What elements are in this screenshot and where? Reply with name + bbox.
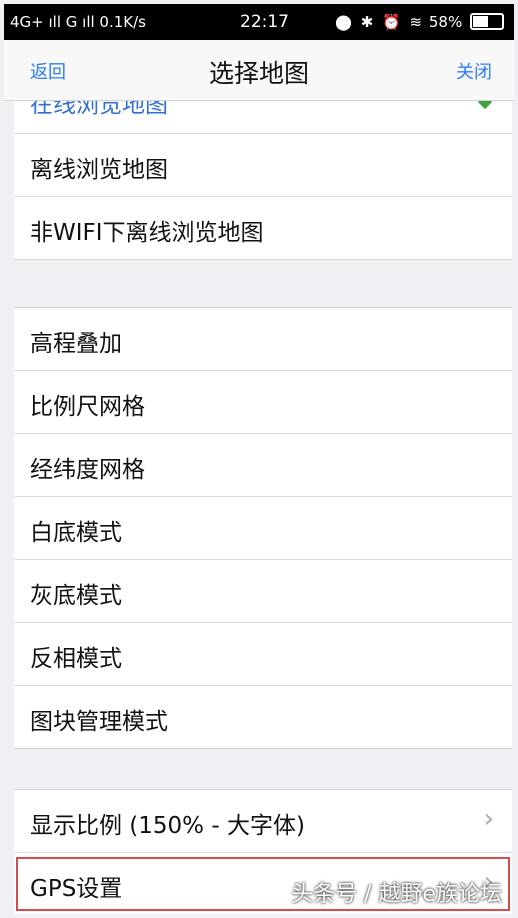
list-item-label: 显示比例 (150% - 大字体) <box>30 813 305 839</box>
map-overlay-group: 高程叠加 比例尺网格 经纬度网格 白底模式 灰底模式 反相模式 图块管理模式 <box>14 307 512 749</box>
list-item-label: 离线浏览地图 <box>30 157 168 183</box>
list-item-latlon-grid[interactable]: 经纬度网格 <box>14 434 512 497</box>
watermark: 头条号 / 越野e族论坛 <box>291 882 502 907</box>
navigation-bar: 返回 选择地图 关闭 <box>4 40 514 101</box>
list-item-label: 比例尺网格 <box>30 394 145 420</box>
checkmark-icon <box>477 101 493 110</box>
wifi-icon: ≋ <box>409 13 423 31</box>
battery-icon <box>470 13 504 30</box>
close-button[interactable]: 关闭 <box>456 58 492 84</box>
status-bar: 4G+ ıll G ıll 0.1K/s 22:17 ⬤ ✱ ⏰ ≋ 58% <box>4 4 514 40</box>
list-item-display-scale[interactable]: 显示比例 (150% - 大字体) › <box>14 790 512 853</box>
list-item-invert-mode[interactable]: 反相模式 <box>14 623 512 686</box>
list-item-label: 灰底模式 <box>30 583 122 609</box>
map-source-group: 在线浏览地图 离线浏览地图 非WIFI下离线浏览地图 <box>14 100 512 260</box>
list-item-label: 高程叠加 <box>30 331 122 357</box>
chevron-right-icon: › <box>483 804 494 834</box>
list-item-label: GPS设置 <box>30 876 123 902</box>
list-item-scale-grid[interactable]: 比例尺网格 <box>14 371 512 434</box>
alarm-icon: ⏰ <box>382 13 401 31</box>
list-item-online-map[interactable]: 在线浏览地图 <box>14 101 512 134</box>
list-item-label: 白底模式 <box>30 520 122 546</box>
list-item-label: 非WIFI下离线浏览地图 <box>30 220 264 246</box>
list-item-gray-mode[interactable]: 灰底模式 <box>14 560 512 623</box>
network-status: 4G+ ıll G ıll 0.1K/s <box>10 13 146 31</box>
list-item-white-mode[interactable]: 白底模式 <box>14 497 512 560</box>
list-item-offline-non-wifi[interactable]: 非WIFI下离线浏览地图 <box>14 197 512 259</box>
list-item-tile-manage[interactable]: 图块管理模式 <box>14 686 512 748</box>
status-right: ⬤ ✱ ⏰ ≋ 58% <box>333 13 504 31</box>
list-item-label: 图块管理模式 <box>30 709 168 735</box>
battery-level <box>473 16 488 27</box>
clock: 22:17 <box>240 12 289 32</box>
list-item-elevation[interactable]: 高程叠加 <box>14 308 512 371</box>
list-item-offline-map[interactable]: 离线浏览地图 <box>14 134 512 197</box>
location-icon: ⬤ <box>335 13 352 31</box>
page-title: 选择地图 <box>208 59 309 88</box>
screen: 4G+ ıll G ıll 0.1K/s 22:17 ⬤ ✱ ⏰ ≋ 58% 返… <box>4 4 514 914</box>
list-item-label: 在线浏览地图 <box>30 101 168 118</box>
battery-percent: 58% <box>428 13 463 31</box>
bluetooth-icon: ✱ <box>360 13 374 31</box>
list-item-label: 经纬度网格 <box>30 457 145 483</box>
list-item-label: 反相模式 <box>30 646 122 672</box>
